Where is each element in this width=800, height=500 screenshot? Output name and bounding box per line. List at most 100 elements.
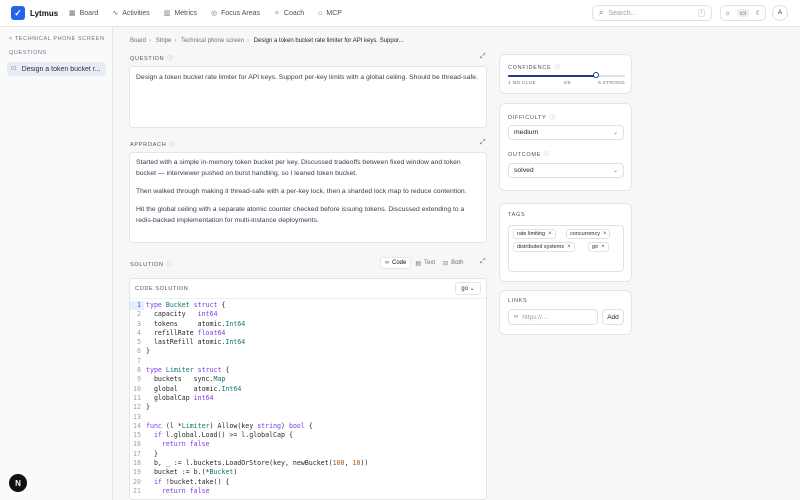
help-button[interactable]: N — [9, 474, 27, 492]
nav-board[interactable]: ▦ Board — [69, 9, 98, 18]
app-name: Lytmus — [30, 8, 59, 18]
nav-label: Coach — [283, 9, 305, 17]
code-header-label: CODE SOLUTION — [135, 285, 189, 292]
info-icon[interactable]: ⓘ — [544, 152, 550, 158]
search-input[interactable]: ⌕ Search... / — [592, 5, 712, 21]
info-icon[interactable]: ⓘ — [167, 262, 173, 268]
code-text: } — [146, 403, 150, 412]
tags-input[interactable]: rate limiting × concurrency × distributed … — [508, 225, 624, 272]
line-number: 11 — [133, 393, 141, 402]
code-editor[interactable]: CODE SOLUTION go ⌄ 1 type Bucket struct {… — [129, 278, 487, 500]
split-icon: ⊟ — [443, 260, 449, 267]
code-text: global atomic.Int64 — [146, 384, 242, 393]
breadcrumb-item[interactable]: Technical phone screen — [181, 38, 244, 44]
sun-icon[interactable]: ☼ — [724, 10, 730, 17]
close-icon[interactable]: × — [567, 244, 571, 250]
avatar[interactable]: A — [772, 5, 788, 21]
code-text: if l.global.Load() >= l.globalCap { — [153, 431, 293, 440]
approach-paragraph: Started with a simple in-memory token bu… — [136, 159, 461, 177]
back-link[interactable]: < TECHNICAL PHONE SCREEN — [9, 36, 105, 42]
line-number: 19 — [133, 468, 141, 477]
code-text: refillRate float64 — [146, 328, 226, 337]
difficulty-label: DIFFICULTY ⓘ — [508, 113, 556, 121]
language-select[interactable]: go ⌄ — [455, 282, 481, 295]
nav-coach[interactable]: ✧ Coach — [274, 9, 305, 18]
nav-mcp[interactable]: ⌂ MCP — [318, 10, 342, 17]
close-icon[interactable]: × — [548, 231, 552, 237]
search-icon: ⌕ — [599, 8, 604, 17]
code-text: type Bucket struct { — [146, 301, 226, 309]
code-text: capacity int64 — [146, 310, 218, 319]
tick-label: 5 STRONG — [598, 81, 625, 86]
close-icon[interactable]: × — [601, 244, 605, 250]
line-number: 21 — [133, 486, 141, 495]
nav-focus-areas[interactable]: ◎ Focus Areas — [211, 9, 260, 18]
tag-chip: concurrency × — [566, 229, 611, 239]
line-number: 10 — [133, 384, 141, 393]
mode-code-button[interactable]: ‹› Code — [380, 257, 412, 269]
confidence-panel: CONFIDENCE ⓘ 1 NO CLUE 4/5 5 STRONG — [499, 54, 632, 94]
solution-mode-toggle: ‹› Code ▤ Text ⊟ Both — [380, 256, 467, 270]
app-logo[interactable]: ✓ Lytmus — [11, 6, 69, 20]
close-icon[interactable]: × — [603, 231, 607, 237]
link-url-input[interactable]: ∞ https://... — [508, 309, 598, 325]
chevron-down-icon: ⌄ — [469, 286, 475, 292]
slider-handle[interactable] — [592, 72, 599, 78]
code-text: func (l *Limiter) Allow(key string) bool… — [146, 421, 313, 430]
code-line: 5 lastRefill atomic.Int64 — [130, 338, 486, 347]
info-icon[interactable]: ⓘ — [554, 65, 560, 71]
code-line: 20 if !bucket.take() { — [130, 478, 486, 487]
nav-label: Activities — [122, 9, 150, 17]
question-text[interactable]: Design a token bucket rate limiter for A… — [129, 66, 487, 128]
mode-text-button[interactable]: ▤ Text — [411, 257, 439, 269]
sidebar-item-question[interactable]: 01 Design a token bucket r... — [7, 62, 106, 76]
expand-icon[interactable]: ⤢ — [480, 258, 486, 266]
line-number: 15 — [133, 431, 141, 440]
target-icon: ◎ — [211, 10, 218, 17]
mode-both-button[interactable]: ⊟ Both — [439, 257, 467, 269]
nav-activities[interactable]: ∿ Activities — [112, 9, 150, 18]
code-text: buckets sync.Map — [146, 375, 226, 384]
line-number: 6 — [137, 347, 141, 356]
question-body: Design a token bucket rate limiter for A… — [136, 74, 478, 81]
mode-label: Both — [451, 260, 464, 266]
line-number: 7 — [137, 356, 141, 365]
breadcrumb-item[interactable]: Stripe — [156, 38, 172, 44]
code-icon: ‹› — [385, 260, 389, 266]
outcome-select[interactable]: solved ⌄ — [508, 163, 624, 178]
question-number: 01 — [11, 66, 17, 72]
code-line: 6} — [130, 347, 486, 356]
difficulty-outcome-panel: DIFFICULTY ⓘ medium ⌄ OUTCOME ⓘ solved ⌄ — [499, 103, 632, 191]
difficulty-select[interactable]: medium ⌄ — [508, 125, 624, 140]
nav-metrics[interactable]: ▥ Metrics — [163, 9, 197, 18]
line-number: 2 — [137, 310, 141, 319]
monitor-icon[interactable]: ▭ — [737, 9, 750, 17]
expand-icon[interactable]: ⤢ — [480, 139, 486, 147]
expand-icon[interactable]: ⤢ — [480, 53, 486, 61]
confidence-slider[interactable] — [508, 72, 625, 78]
breadcrumb-item[interactable]: Board — [130, 38, 146, 44]
info-icon[interactable]: ⓘ — [549, 115, 555, 121]
code-line: 7 — [130, 357, 486, 366]
code-line: 14 func (l *Limiter) Allow(key string) bo… — [130, 422, 486, 431]
code-line: 8 type Limiter struct { — [130, 366, 486, 375]
mode-label: Code — [392, 260, 407, 266]
code-line: 17 } — [130, 450, 486, 459]
code-line: 1 type Bucket struct { — [130, 301, 486, 311]
line-number: 5 — [137, 338, 141, 347]
code-lines[interactable]: 1 type Bucket struct {2 capacity int64 3 t… — [130, 301, 486, 496]
info-icon[interactable]: ⓘ — [169, 142, 175, 148]
line-number: 3 — [137, 319, 141, 328]
approach-text[interactable]: Started with a simple in-memory token bu… — [129, 152, 487, 243]
tags-panel: TAGS rate limiting × concurrency × distrib… — [499, 203, 632, 282]
metrics-icon: ▥ — [163, 10, 171, 17]
question-label: QUESTION ⓘ — [130, 54, 174, 62]
moon-icon[interactable]: ☾ — [755, 9, 761, 17]
add-link-button[interactable]: Add — [602, 309, 624, 325]
tag-label: go — [592, 244, 599, 250]
mode-label: Text — [424, 260, 436, 266]
code-line: 4 refillRate float64 — [130, 329, 486, 338]
info-icon[interactable]: ⓘ — [167, 56, 173, 62]
code-line: 11 globalCap int64 — [130, 394, 486, 403]
difficulty-value: medium — [514, 129, 539, 136]
